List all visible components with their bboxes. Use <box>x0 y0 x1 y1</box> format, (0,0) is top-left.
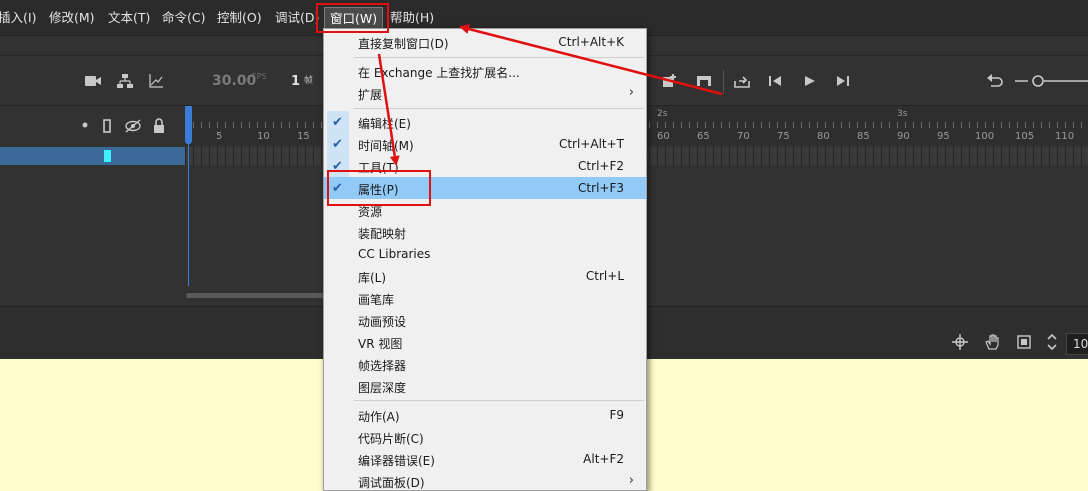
annotation-arrow-to-menu <box>459 24 723 96</box>
annotation-arrows <box>377 24 723 166</box>
annotation-arrow-to-properties <box>377 53 400 166</box>
